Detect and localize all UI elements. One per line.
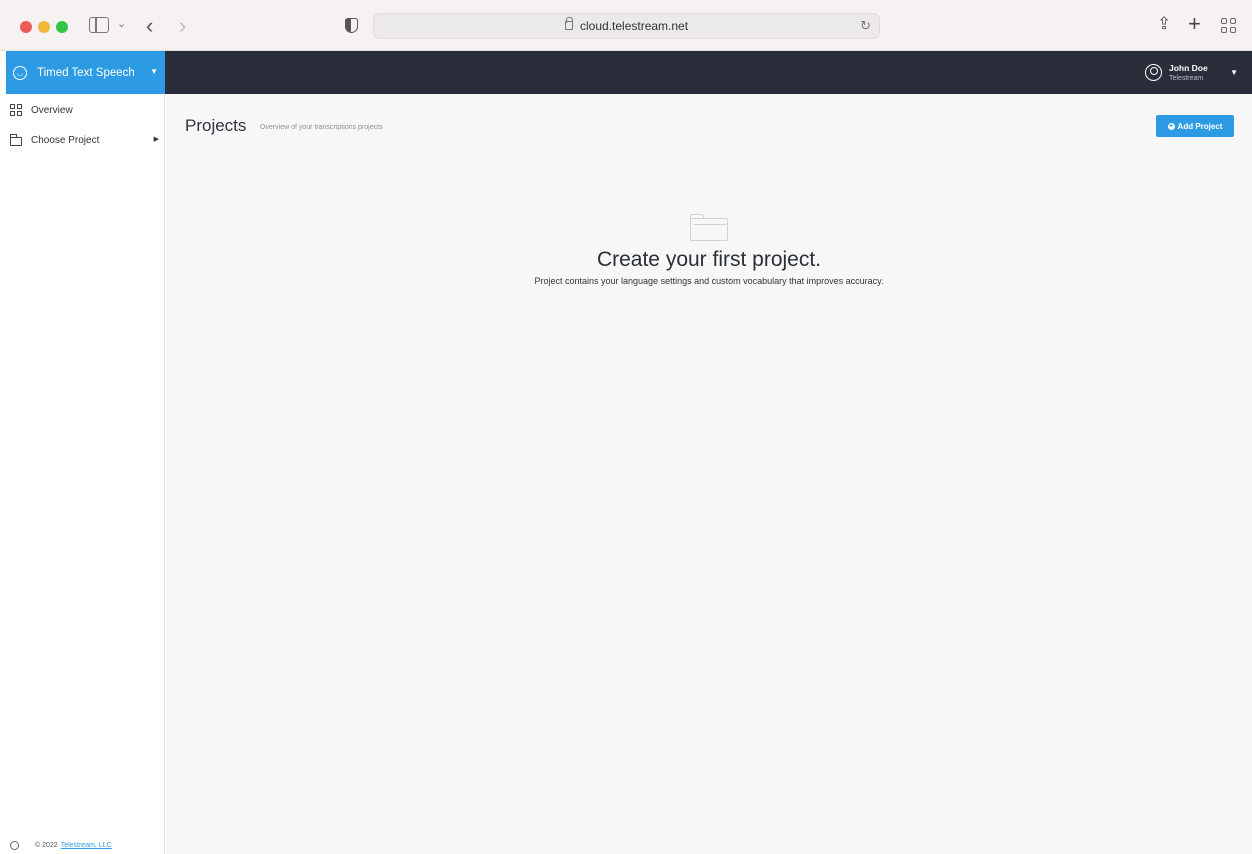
chevron-down-icon[interactable]: ⌄ — [117, 17, 126, 30]
copyright-text: © 2022 — [35, 842, 58, 849]
user-avatar-icon — [1145, 64, 1162, 81]
share-icon[interactable]: ⇪ — [1157, 14, 1171, 34]
sidebar-toggle-icon[interactable] — [89, 17, 109, 33]
new-tab-icon[interactable]: + — [1188, 11, 1201, 37]
speech-icon: ◡ — [13, 65, 27, 80]
collapse-sidebar-icon[interactable] — [10, 841, 19, 850]
sidebar: Overview Choose Project ▶ © 2022 Telestr… — [6, 94, 165, 854]
empty-folder-icon — [690, 214, 728, 241]
sidebar-footer: © 2022 Telestream, LLC — [10, 841, 112, 850]
lock-icon — [565, 17, 573, 30]
address-bar[interactable]: cloud.telestream.net ↻ — [373, 13, 880, 39]
back-arrow-icon[interactable]: ‹ — [146, 13, 153, 39]
page-title: Projects — [185, 116, 247, 135]
empty-state-description: Project contains your language settings … — [534, 276, 884, 286]
maximize-window-button[interactable] — [56, 21, 68, 33]
folder-icon — [10, 133, 22, 146]
telestream-link[interactable]: Telestream, LLC — [61, 842, 112, 849]
minimize-window-button[interactable] — [38, 21, 50, 33]
page-subtitle: Overview of your transcriptions projects — [260, 124, 383, 131]
sidebar-item-choose-project[interactable]: Choose Project ▶ — [6, 128, 165, 152]
caret-down-icon: ▼ — [150, 67, 158, 76]
dashboard-grid-icon — [10, 104, 22, 116]
user-menu[interactable]: John Doe Telestream ▼ — [1132, 51, 1252, 94]
empty-state-title: Create your first project. — [596, 248, 822, 271]
sidebar-item-label: Overview — [31, 104, 73, 116]
product-name: Timed Text Speech — [37, 66, 135, 79]
main-content: Projects Overview of your transcriptions… — [166, 94, 1252, 854]
forward-arrow-icon[interactable]: › — [179, 13, 186, 39]
product-switcher[interactable]: ◡ Timed Text Speech ▼ — [6, 51, 165, 94]
reload-icon[interactable]: ↻ — [860, 18, 871, 34]
url-text: cloud.telestream.net — [580, 19, 689, 33]
app-header: ◡ Timed Text Speech ▼ John Doe Telestrea… — [6, 51, 1252, 94]
sidebar-item-overview[interactable]: Overview — [6, 98, 165, 122]
browser-toolbar: ⌄ ‹ › cloud.telestream.net ↻ ⇪ + — [0, 0, 1252, 51]
caret-down-icon: ▼ — [1230, 68, 1238, 77]
privacy-shield-icon[interactable] — [345, 18, 358, 33]
add-project-label: Add Project — [1177, 121, 1223, 131]
user-organization: Telestream — [1169, 75, 1204, 82]
plus-circle-icon: + — [1167, 122, 1175, 130]
sidebar-item-label: Choose Project — [31, 134, 100, 146]
user-name: John Doe — [1169, 63, 1208, 73]
close-window-button[interactable] — [20, 21, 32, 33]
caret-right-icon: ▶ — [153, 136, 159, 143]
add-project-button[interactable]: + Add Project — [1156, 115, 1234, 137]
tab-overview-icon[interactable] — [1221, 18, 1236, 33]
